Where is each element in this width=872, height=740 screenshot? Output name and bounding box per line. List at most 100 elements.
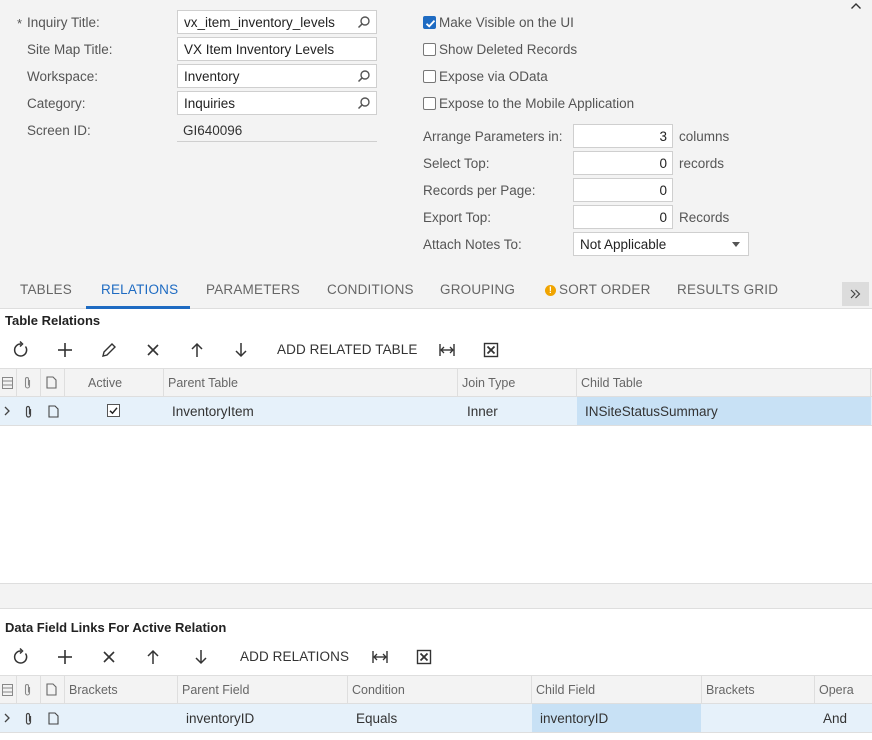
- select-top-value: 0: [659, 156, 667, 171]
- note-icon: [46, 683, 57, 696]
- delete-icon[interactable]: [99, 647, 119, 667]
- expose-odata-label: Expose via OData: [439, 69, 548, 84]
- parent-field-cell[interactable]: inventoryID: [186, 711, 254, 726]
- export-top-input[interactable]: 0: [573, 205, 673, 229]
- records-per-page-input[interactable]: 0: [573, 178, 673, 202]
- table-relations-title: Table Relations: [5, 313, 101, 328]
- parent-table-cell[interactable]: InventoryItem: [172, 404, 254, 419]
- attach-notes-label: Attach Notes To:: [423, 237, 522, 252]
- export-excel-icon[interactable]: [481, 340, 501, 360]
- chevron-right-icon[interactable]: [4, 406, 10, 416]
- arrow-down-icon[interactable]: [191, 647, 211, 667]
- fit-columns-icon[interactable]: [370, 647, 390, 667]
- expose-odata-checkbox[interactable]: [423, 70, 436, 83]
- column-header-parent-field[interactable]: Parent Field: [182, 683, 249, 697]
- tab-conditions[interactable]: CONDITIONS: [327, 282, 414, 297]
- search-icon[interactable]: [357, 96, 371, 110]
- tab-sort-order-label: SORT ORDER: [559, 282, 651, 297]
- category-label: Category:: [27, 96, 86, 111]
- column-header-brackets-close[interactable]: Brackets: [706, 683, 755, 697]
- active-checkbox[interactable]: [107, 404, 120, 417]
- tab-results-grid[interactable]: RESULTS GRID: [677, 282, 778, 297]
- tab-tables[interactable]: TABLES: [20, 282, 72, 297]
- column-header-join-type[interactable]: Join Type: [462, 376, 515, 390]
- attachment-icon[interactable]: [24, 712, 33, 726]
- arrange-parameters-input[interactable]: 3: [573, 124, 673, 148]
- attach-notes-select[interactable]: Not Applicable: [573, 232, 749, 256]
- column-header-active[interactable]: Active: [88, 376, 122, 390]
- export-top-unit: Records: [679, 210, 730, 225]
- chevron-right-icon[interactable]: [4, 713, 10, 723]
- site-map-title-input[interactable]: VX Item Inventory Levels: [177, 37, 377, 61]
- arrow-up-icon[interactable]: [187, 340, 207, 360]
- records-per-page-label: Records per Page:: [423, 183, 536, 198]
- make-visible-checkbox[interactable]: [423, 16, 436, 29]
- arrow-down-icon[interactable]: [231, 340, 251, 360]
- workspace-label: Workspace:: [27, 69, 99, 84]
- note-icon: [46, 376, 57, 389]
- join-type-cell[interactable]: Inner: [467, 404, 498, 419]
- refresh-icon[interactable]: [11, 647, 31, 667]
- column-header-condition[interactable]: Condition: [352, 683, 405, 697]
- tab-relations[interactable]: RELATIONS: [101, 282, 178, 297]
- column-header-brackets-open[interactable]: Brackets: [69, 683, 118, 697]
- add-icon[interactable]: [55, 340, 75, 360]
- column-header-child-field[interactable]: Child Field: [536, 683, 595, 697]
- arrow-up-icon[interactable]: [143, 647, 163, 667]
- note-icon[interactable]: [48, 712, 59, 725]
- row-selector-icon[interactable]: [2, 684, 13, 696]
- search-icon[interactable]: [357, 69, 371, 83]
- column-separator: [64, 369, 65, 397]
- operator-cell[interactable]: And: [823, 711, 847, 726]
- fit-columns-icon[interactable]: [437, 340, 457, 360]
- double-chevron-right-icon: [850, 289, 861, 299]
- category-value: Inquiries: [184, 96, 236, 111]
- tab-parameters[interactable]: PARAMETERS: [206, 282, 300, 297]
- table-row[interactable]: InventoryItem Inner INSiteStatusSummary: [0, 397, 872, 426]
- tab-sort-order[interactable]: ! SORT ORDER: [545, 282, 651, 297]
- column-separator: [40, 676, 41, 704]
- inquiry-title-input[interactable]: vx_item_inventory_levels: [177, 10, 377, 34]
- splitter[interactable]: [0, 584, 872, 608]
- show-deleted-checkbox[interactable]: [423, 43, 436, 56]
- refresh-icon[interactable]: [11, 340, 31, 360]
- export-excel-icon[interactable]: [414, 647, 434, 667]
- add-icon[interactable]: [55, 647, 75, 667]
- column-separator: [64, 676, 65, 704]
- delete-icon[interactable]: [143, 340, 163, 360]
- attachment-icon[interactable]: [24, 405, 33, 419]
- warning-icon: !: [545, 285, 556, 296]
- row-selector-icon[interactable]: [2, 377, 13, 389]
- edit-pencil-icon[interactable]: [99, 340, 119, 360]
- arrange-parameters-unit: columns: [679, 129, 730, 144]
- expose-mobile-checkbox[interactable]: [423, 97, 436, 110]
- select-top-input[interactable]: 0: [573, 151, 673, 175]
- condition-cell[interactable]: Equals: [356, 711, 397, 726]
- category-input[interactable]: Inquiries: [177, 91, 377, 115]
- column-header-parent-table[interactable]: Parent Table: [168, 376, 238, 390]
- tab-grouping[interactable]: GROUPING: [440, 282, 515, 297]
- column-header-child-table[interactable]: Child Table: [581, 376, 643, 390]
- show-deleted-label: Show Deleted Records: [439, 42, 578, 57]
- field-links-title: Data Field Links For Active Relation: [5, 620, 227, 635]
- child-field-cell[interactable]: inventoryID: [540, 711, 608, 726]
- inquiry-title-value: vx_item_inventory_levels: [184, 15, 335, 30]
- table-row[interactable]: inventoryID Equals inventoryID And: [0, 704, 872, 733]
- active-tab-indicator: [86, 306, 190, 309]
- attachment-icon: [24, 684, 31, 696]
- column-separator: [177, 676, 178, 704]
- add-relations-button[interactable]: ADD RELATIONS: [240, 649, 349, 664]
- required-marker: *: [17, 16, 23, 31]
- note-icon[interactable]: [48, 405, 59, 418]
- column-separator: [531, 676, 532, 704]
- child-table-cell[interactable]: INSiteStatusSummary: [585, 404, 718, 419]
- column-header-operator[interactable]: Opera: [819, 683, 854, 697]
- more-tabs-button[interactable]: [842, 282, 869, 306]
- workspace-input[interactable]: Inventory: [177, 64, 377, 88]
- column-separator: [814, 676, 815, 704]
- column-separator: [457, 369, 458, 397]
- select-top-unit: records: [679, 156, 725, 171]
- search-icon[interactable]: [357, 15, 371, 29]
- collapse-chevron-icon[interactable]: [850, 2, 862, 10]
- add-related-table-button[interactable]: ADD RELATED TABLE: [277, 342, 418, 357]
